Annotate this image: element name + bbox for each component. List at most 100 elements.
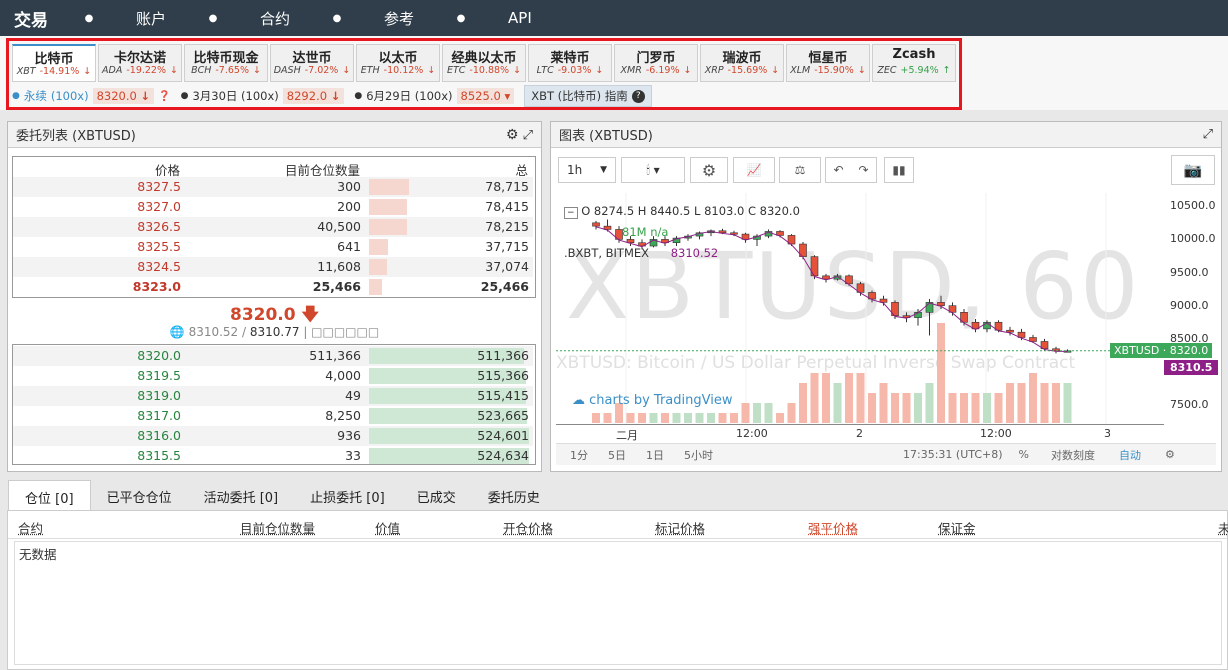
last-price-tag: XBTUSD · 8320.0 bbox=[1110, 343, 1213, 358]
log-scale-toggle[interactable]: 对数刻度 bbox=[1051, 447, 1095, 463]
tab-change: XLM -15.90% ↓ bbox=[790, 65, 866, 76]
index-value: 8310.52 bbox=[670, 246, 719, 260]
gear-icon[interactable]: ⚙ bbox=[506, 127, 519, 143]
bottom-tab[interactable]: 委托历史 bbox=[472, 480, 556, 510]
undo-icon[interactable]: ↶ bbox=[833, 163, 843, 177]
positions-column[interactable]: 强平价格 bbox=[808, 518, 858, 537]
bottom-tab[interactable]: 仓位 [0] bbox=[8, 480, 91, 510]
instrument-tab[interactable]: 比特币 XBT -14.91% ↓ bbox=[12, 44, 96, 82]
nav-reference[interactable]: 参考 bbox=[342, 8, 456, 29]
instrument-tab[interactable]: 莱特币 LTC -9.03% ↓ bbox=[528, 44, 612, 82]
contract-perpetual[interactable]: ● 永续 (100x) 8320.0 ↓ ❓ bbox=[12, 88, 171, 104]
depth-bar bbox=[369, 279, 382, 295]
tab-change: LTC -9.03% ↓ bbox=[532, 65, 608, 76]
nav-api[interactable]: API bbox=[466, 9, 574, 27]
instrument-tab[interactable]: 恒星币 XLM -15.90% ↓ bbox=[786, 44, 870, 82]
percent-toggle[interactable]: % bbox=[1019, 448, 1029, 461]
orderbook-row[interactable]: 8324.5 11,608 37,074 bbox=[13, 257, 533, 277]
nav-trade[interactable]: 交易 bbox=[14, 6, 84, 31]
guide-button[interactable]: XBT (比特币) 指南 ? bbox=[524, 85, 652, 107]
instrument-tab[interactable]: Zcash ZEC +5.94% ↑ bbox=[872, 44, 956, 82]
bottom-tab[interactable]: 已平仓仓位 bbox=[91, 480, 188, 510]
indicators-button[interactable]: 📈 bbox=[733, 157, 775, 183]
arrow-down-icon: ↓ bbox=[330, 89, 341, 103]
caret-down-icon: ▾ bbox=[504, 89, 511, 103]
positions-column[interactable]: 保证金 bbox=[938, 518, 976, 537]
orderbook-row[interactable]: 8327.5 300 78,715 bbox=[13, 177, 533, 197]
instrument-tab[interactable]: 卡尔达诺 ADA -19.22% ↓ bbox=[98, 44, 182, 82]
instrument-tab[interactable]: 以太币 ETH -10.12% ↓ bbox=[356, 44, 440, 82]
chart-title: 图表 (XBTUSD) bbox=[559, 129, 653, 144]
positions-column[interactable]: 价值 bbox=[375, 518, 400, 537]
contract-june[interactable]: ● 6月29日 (100x) 8525.0 ▾ bbox=[354, 88, 515, 104]
collapse-icon[interactable]: − bbox=[564, 207, 578, 219]
positions-column[interactable]: 未 bbox=[1218, 518, 1228, 537]
instrument-tab[interactable]: 达世币 DASH -7.02% ↓ bbox=[270, 44, 354, 82]
instrument-tab[interactable]: 比特币现金 BCH -7.65% ↓ bbox=[184, 44, 268, 82]
orderbook-row[interactable]: 8317.0 8,250 523,665 bbox=[13, 406, 533, 426]
positions-column[interactable]: 标记价格 bbox=[655, 518, 705, 537]
volume-bar bbox=[914, 393, 922, 423]
compare-button[interactable]: ⚖ bbox=[779, 157, 821, 183]
orderbook-row[interactable]: 8316.0 936 524,601 bbox=[13, 426, 533, 446]
orderbook-row[interactable]: 8323.0 25,466 25,466 bbox=[13, 277, 533, 297]
orderbook-row[interactable]: 8325.5 641 37,715 bbox=[13, 237, 533, 257]
mark-price: 8310.77 bbox=[249, 325, 300, 339]
range-5d[interactable]: 5日 bbox=[608, 447, 626, 463]
volume-legend: 81M n/a bbox=[622, 225, 669, 239]
screenshot-button[interactable]: 📷 bbox=[1171, 155, 1215, 185]
tradingview-credit[interactable]: ☁ charts by TradingView bbox=[572, 393, 732, 408]
undo-redo: ↶ ↷ bbox=[825, 157, 877, 183]
contract-march[interactable]: ● 3月30日 (100x) 8292.0 ↓ bbox=[181, 88, 345, 104]
gear-icon[interactable]: ⚙ bbox=[1165, 448, 1175, 461]
orderbook-row[interactable]: 8315.5 33 524,634 bbox=[13, 446, 533, 466]
x-tick: 3 bbox=[1104, 427, 1111, 440]
nav-contracts[interactable]: 合约 bbox=[218, 8, 332, 29]
tab-change: ETC -10.88% ↓ bbox=[446, 65, 522, 76]
orderbook-row[interactable]: 8319.5 4,000 515,366 bbox=[13, 366, 533, 386]
range-1m[interactable]: 1分 bbox=[570, 447, 588, 463]
range-5h[interactable]: 5小时 bbox=[684, 447, 713, 463]
expand-icon[interactable]: ⤢ bbox=[523, 128, 533, 143]
instrument-tab[interactable]: 经典以太币 ETC -10.88% ↓ bbox=[442, 44, 526, 82]
volume-bar bbox=[937, 323, 945, 423]
bottom-tab[interactable]: 已成交 bbox=[401, 480, 472, 510]
row-size: 40,500 bbox=[317, 219, 361, 234]
row-total: 524,601 bbox=[477, 428, 529, 443]
row-total: 78,415 bbox=[485, 199, 529, 214]
y-tick: 10500.0 bbox=[1170, 199, 1216, 213]
tab-change: ADA -19.22% ↓ bbox=[102, 65, 178, 76]
tab-change-value: -6.19% bbox=[645, 65, 680, 76]
arrow-down-icon: ↓ bbox=[170, 65, 178, 76]
bullet-icon: ● bbox=[354, 91, 363, 101]
bottom-tab[interactable]: 活动委托 [0] bbox=[188, 480, 295, 510]
orderbook-row[interactable]: 8320.0 511,366 511,366 bbox=[13, 346, 533, 366]
instrument-tab[interactable]: 瑞波币 XRP -15.69% ↓ bbox=[700, 44, 784, 82]
tab-change-value: -7.65% bbox=[215, 65, 249, 76]
positions-column[interactable]: 目前仓位数量 bbox=[240, 518, 315, 537]
jun-price-value: 8525.0 bbox=[460, 89, 501, 103]
interval-dropdown[interactable]: 1h ▼ bbox=[558, 157, 616, 183]
positions-column[interactable]: 开仓价格 bbox=[503, 518, 553, 537]
row-price: 8319.5 bbox=[137, 368, 181, 383]
auto-scale-toggle[interactable]: 自动 bbox=[1119, 447, 1141, 463]
range-1d[interactable]: 1日 bbox=[646, 447, 664, 463]
time-axis[interactable]: 二月 12:00 2 12:00 3 bbox=[556, 425, 1216, 443]
settings-button[interactable]: ⚙ bbox=[690, 157, 728, 183]
instrument-tab[interactable]: 门罗币 XMR -6.19% ↓ bbox=[614, 44, 698, 82]
orderbook-row[interactable]: 8327.0 200 78,415 bbox=[13, 197, 533, 217]
chart-type-button[interactable]: 🕯 ▾ bbox=[621, 157, 685, 183]
redo-icon[interactable]: ↷ bbox=[858, 163, 868, 177]
orderbook-row[interactable]: 8319.0 49 515,415 bbox=[13, 386, 533, 406]
nav-account[interactable]: 账户 bbox=[94, 8, 208, 29]
expand-icon[interactable]: ⤢ bbox=[1203, 127, 1213, 142]
candlestick-icon: 🕯 ▾ bbox=[646, 162, 660, 177]
help-icon[interactable]: ❓ bbox=[158, 91, 170, 102]
price-axis[interactable]: 10500.0 10000.0 9500.0 9000.0 8500.0 7500.0 bbox=[1164, 193, 1216, 425]
bottom-tab[interactable]: 止损委托 [0] bbox=[294, 480, 401, 510]
orderbook-row[interactable]: 8326.5 40,500 78,215 bbox=[13, 217, 533, 237]
chart-area[interactable]: XBTUSD, 60 XBTUSD: Bitcoin / US Dollar P… bbox=[556, 193, 1164, 425]
bars-button[interactable]: ▮▮ bbox=[884, 157, 914, 183]
arrow-down-icon: ↓ bbox=[427, 65, 436, 76]
positions-column[interactable]: 合约 bbox=[18, 518, 43, 537]
